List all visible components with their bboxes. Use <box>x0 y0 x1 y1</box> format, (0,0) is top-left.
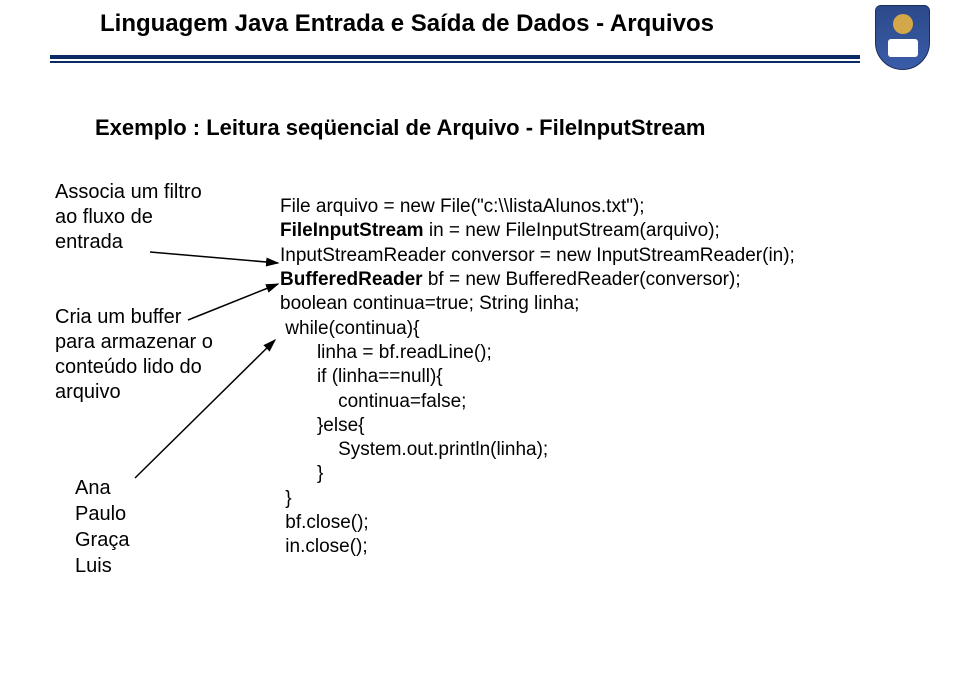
code-line: bf.close(); <box>280 512 369 533</box>
annotation-text: ao fluxo de <box>55 205 250 230</box>
program-output: Ana Paulo Graça Luis <box>75 475 129 579</box>
code-line: in.close(); <box>280 536 368 557</box>
output-line: Paulo <box>75 501 129 527</box>
code-line: in = new FileInputStream(arquivo); <box>424 220 720 241</box>
output-line: Graça <box>75 527 129 553</box>
institution-logo <box>875 5 935 75</box>
annotation-text: arquivo <box>55 380 250 405</box>
code-line: InputStreamReader conversor = new InputS… <box>280 245 795 266</box>
code-keyword: BufferedReader <box>280 269 423 290</box>
code-line: }else{ <box>280 415 365 436</box>
output-line: Ana <box>75 475 129 501</box>
code-line: while(continua){ <box>280 318 419 339</box>
annotation-buffer: Cria um buffer para armazenar o conteúdo… <box>55 305 250 405</box>
code-line: File arquivo = new File("c:\\listaAlunos… <box>280 196 645 217</box>
code-line: boolean continua=true; String linha; <box>280 293 579 314</box>
code-block: File arquivo = new File("c:\\listaAlunos… <box>280 195 795 560</box>
code-line: linha = bf.readLine(); <box>280 342 492 363</box>
annotation-text: Associa um filtro <box>55 180 250 205</box>
header-rule <box>50 55 860 63</box>
code-line: if (linha==null){ <box>280 366 443 387</box>
annotation-text: para armazenar o <box>55 330 250 355</box>
example-subtitle: Exemplo : Leitura seqüencial de Arquivo … <box>95 115 705 141</box>
annotation-filter: Associa um filtro ao fluxo de entrada <box>55 180 250 255</box>
code-line: } <box>280 488 292 509</box>
annotation-text: Cria um buffer <box>55 305 250 330</box>
code-line: } <box>280 463 323 484</box>
annotation-text: conteúdo lido do <box>55 355 250 380</box>
code-keyword: FileInputStream <box>280 220 424 241</box>
output-line: Luis <box>75 553 129 579</box>
annotation-text: entrada <box>55 230 250 255</box>
code-line: System.out.println(linha); <box>280 439 548 460</box>
code-line: continua=false; <box>280 391 466 412</box>
page-title: Linguagem Java Entrada e Saída de Dados … <box>100 10 920 38</box>
code-line: bf = new BufferedReader(conversor); <box>423 269 741 290</box>
